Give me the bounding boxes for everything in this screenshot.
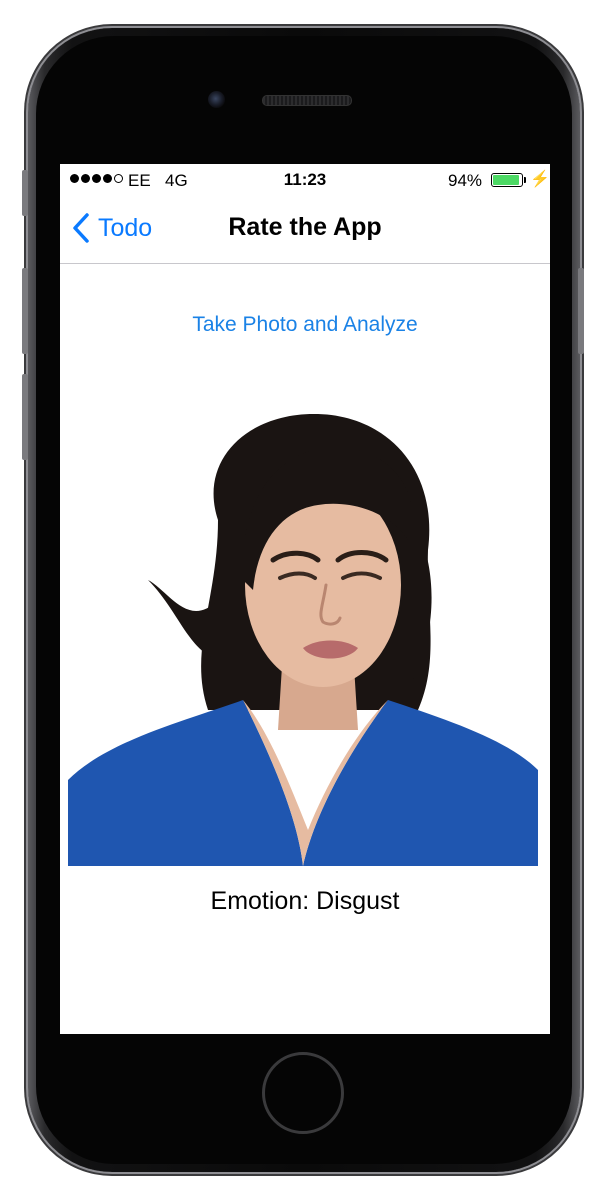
take-photo-button[interactable]: Take Photo and Analyze (60, 313, 550, 337)
power-button (578, 268, 584, 354)
battery-level (493, 175, 520, 185)
emotion-result: Emotion: Disgust (210, 887, 400, 915)
screen: EE 4G 11:23 94% ⚡ Todo Rate the App Take… (60, 164, 550, 1034)
status-bar: EE 4G 11:23 94% ⚡ (60, 164, 550, 196)
earpiece-speaker (262, 95, 352, 106)
navigation-bar: Todo Rate the App (60, 196, 550, 264)
volume-down-button (22, 374, 28, 460)
analyzed-photo (68, 400, 538, 866)
mute-switch (22, 170, 28, 216)
lightning-bolt-icon: ⚡ (530, 171, 550, 188)
battery-icon (491, 173, 523, 187)
page-title: Rate the App (228, 213, 382, 241)
home-button[interactable] (262, 1052, 344, 1134)
battery-percent: 94% (448, 171, 483, 190)
front-camera (208, 91, 225, 108)
battery-nub (524, 177, 526, 183)
volume-up-button (22, 268, 28, 354)
face-photo-illustration (68, 400, 538, 866)
